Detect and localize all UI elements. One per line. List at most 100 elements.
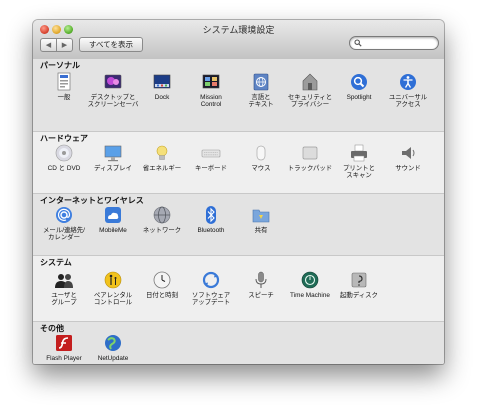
pref-label: Mission Control [200, 94, 222, 109]
section-title: パーソナル [40, 61, 80, 70]
pref-software-update[interactable]: ソフトウェア アップデート [186, 270, 236, 306]
pref-general[interactable]: 一般 [39, 72, 89, 101]
pref-label: ネットワーク [142, 227, 182, 234]
cd-dvd-icon [55, 144, 73, 162]
dock-icon [153, 74, 171, 89]
pref-flash-player[interactable]: Flash Player [39, 333, 89, 362]
universal-access-icon [400, 74, 416, 90]
pref-trackpad[interactable]: トラックパッド [285, 143, 335, 172]
keyboard-icon [201, 149, 221, 158]
pref-spotlight[interactable]: Spotlight [334, 72, 384, 101]
pref-label: MobileMe [99, 227, 127, 234]
pref-label: ユーザと グループ [51, 292, 77, 307]
flash-player-icon [56, 335, 72, 351]
window-title: システム環境設定 [202, 25, 275, 35]
show-all-button[interactable]: すべてを表示 [79, 37, 143, 52]
pref-label: 日付と時刻 [146, 292, 178, 299]
pref-dock[interactable]: Dock [137, 72, 187, 101]
pref-language-text[interactable]: 言語と テキスト [236, 72, 286, 108]
users-groups-icon [55, 274, 73, 288]
pref-label: 一般 [57, 94, 71, 101]
pref-label: Spotlight [346, 94, 372, 101]
sound-icon [402, 147, 415, 159]
mail-contacts-icon [56, 207, 72, 223]
pref-cd-dvd[interactable]: CD と DVD [39, 143, 89, 172]
pref-label: Dock [154, 94, 170, 101]
pref-date-time[interactable]: 日付と時刻 [137, 270, 187, 299]
pref-sound[interactable]: サウンド [383, 143, 433, 172]
pref-parental-controls[interactable]: ペアレンタル コントロール [88, 270, 138, 306]
sharing-icon [252, 209, 270, 223]
pref-label: トラックパッド [287, 165, 333, 172]
mission-control-icon [202, 74, 220, 89]
pref-mission-control[interactable]: Mission Control [186, 72, 236, 108]
pref-speech[interactable]: スピーチ [236, 270, 286, 299]
search-icon [354, 39, 362, 47]
pref-energy-saver[interactable]: 省エネルギー [137, 143, 187, 172]
speech-icon [255, 271, 267, 288]
mouse-icon [256, 145, 266, 161]
security-icon [302, 73, 318, 91]
parental-controls-icon [104, 271, 122, 289]
back-button[interactable]: ◀ [41, 39, 56, 51]
search-input[interactable] [363, 37, 433, 49]
title-bar: システム環境設定 ◀ ▶ すべてを表示 [33, 20, 444, 60]
pref-mouse[interactable]: マウス [236, 143, 286, 172]
pref-label: CD と DVD [47, 165, 81, 172]
network-icon [153, 206, 171, 224]
search-field[interactable] [349, 36, 439, 50]
pref-mobileme[interactable]: MobileMe [88, 205, 138, 234]
energy-saver-icon [156, 145, 168, 160]
general-icon [57, 72, 71, 91]
nav-buttons: ◀ ▶ [40, 38, 73, 52]
time-machine-icon [301, 271, 319, 289]
trackpad-icon [302, 146, 318, 160]
pref-label: 省エネルギー [142, 165, 182, 172]
pref-sharing[interactable]: 共有 [236, 205, 286, 234]
section-title: システム [40, 258, 72, 267]
startup-disk-icon [351, 272, 367, 288]
pref-bluetooth[interactable]: Bluetooth [186, 205, 236, 234]
pref-label: NetUpdate [97, 355, 129, 362]
pref-users-groups[interactable]: ユーザと グループ [39, 270, 89, 306]
date-time-icon [153, 271, 171, 289]
pref-universal-access[interactable]: ユニバーサル アクセス [383, 72, 433, 108]
netupdate-icon [105, 335, 121, 351]
pref-keyboard[interactable]: キーボード [186, 143, 236, 172]
pref-netupdate[interactable]: NetUpdate [88, 333, 138, 362]
spotlight-icon [351, 74, 367, 90]
pref-label: Flash Player [46, 355, 82, 362]
pref-print-scan[interactable]: プリントと スキャン [334, 143, 384, 179]
pref-mail-contacts[interactable]: メール/連絡先/ カレンダー [39, 205, 89, 241]
pref-label: マウス [251, 165, 271, 172]
pref-label: ユニバーサル アクセス [388, 94, 428, 109]
pref-startup-disk[interactable]: 起動ディスク [334, 270, 384, 299]
pref-label: Time Machine [290, 292, 330, 299]
bluetooth-icon [206, 206, 216, 224]
pref-time-machine[interactable]: Time Machine [285, 270, 335, 299]
pref-label: プリントと スキャン [343, 165, 375, 180]
mobileme-icon [105, 207, 121, 223]
pref-label: Bluetooth [197, 227, 225, 234]
language-text-icon [253, 73, 269, 91]
pref-label: スピーチ [248, 292, 274, 299]
pref-label: 起動ディスク [340, 292, 378, 299]
pref-label: 言語と テキスト [248, 94, 274, 109]
pref-label: ディスプレイ [94, 165, 132, 172]
pref-label: 共有 [254, 227, 268, 234]
pref-network[interactable]: ネットワーク [137, 205, 187, 234]
pref-desktop-screensaver[interactable]: デスクトップと スクリーンセーバ [88, 72, 138, 108]
pref-label: ソフトウェア アップデート [191, 292, 231, 307]
pref-label: メール/連絡先/ カレンダー [43, 227, 85, 242]
print-scan-icon [351, 144, 367, 162]
pref-label: デスクトップと スクリーンセーバ [87, 94, 139, 109]
pref-label: サウンド [395, 165, 421, 172]
pref-security[interactable]: セキュリティと プライバシー [285, 72, 335, 108]
pref-label: ペアレンタル コントロール [93, 292, 133, 307]
pref-label: キーボード [195, 165, 227, 172]
preferences-window: システム環境設定 ◀ ▶ すべてを表示 パーソナル ハードウェア インターネット… [33, 20, 444, 364]
desktop-screensaver-icon [104, 74, 122, 89]
forward-button[interactable]: ▶ [56, 39, 72, 51]
pref-display[interactable]: ディスプレイ [88, 143, 138, 172]
software-update-icon [202, 271, 220, 289]
